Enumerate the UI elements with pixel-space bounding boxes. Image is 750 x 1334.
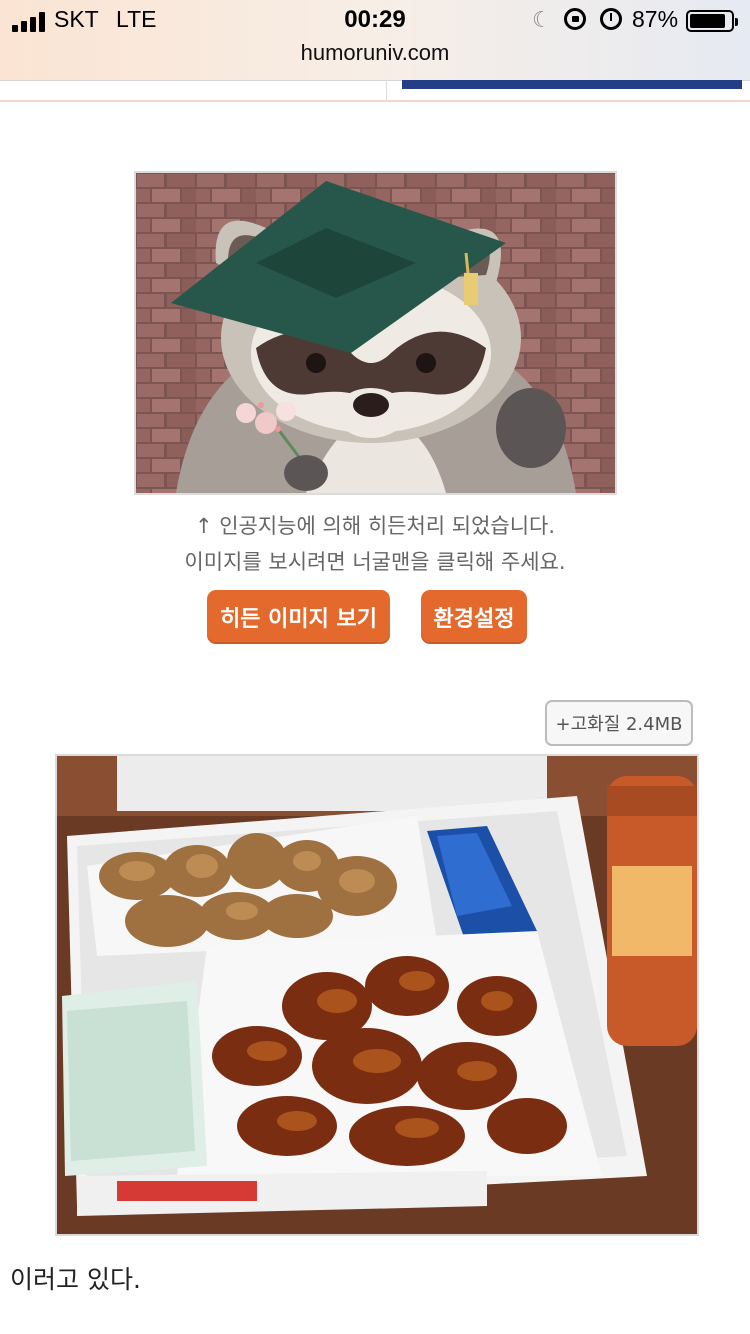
- hires-image-button[interactable]: +고화질 2.4MB: [545, 700, 693, 746]
- rotation-lock-icon: [564, 8, 586, 30]
- ios-status-bar: SKT LTE 00:29 ☾ 87% humoruniv.com: [0, 0, 750, 81]
- battery-icon: [686, 10, 738, 32]
- header-divider: [386, 80, 387, 100]
- post-text: 이러고 있다.: [10, 1265, 141, 1294]
- post-photo-chicken[interactable]: [55, 754, 699, 1236]
- hidden-image-raccoon[interactable]: [134, 171, 617, 495]
- alarm-icon: [600, 8, 622, 30]
- page-header-strip: [0, 80, 750, 102]
- settings-button[interactable]: 환경설정: [421, 590, 527, 644]
- hidden-notice-line1: ↑ 인공지능에 의해 히든처리 되었습니다.: [194, 514, 556, 538]
- address-bar-url[interactable]: humoruniv.com: [0, 40, 750, 66]
- battery-percent: 87%: [632, 6, 679, 32]
- show-hidden-image-button[interactable]: 히든 이미지 보기: [207, 590, 390, 644]
- nav-bar-edge[interactable]: [402, 80, 742, 89]
- hidden-notice-line2: 이미지를 보시려면 너굴맨을 클릭해 주세요.: [184, 550, 566, 574]
- do-not-disturb-icon: ☾: [532, 8, 552, 33]
